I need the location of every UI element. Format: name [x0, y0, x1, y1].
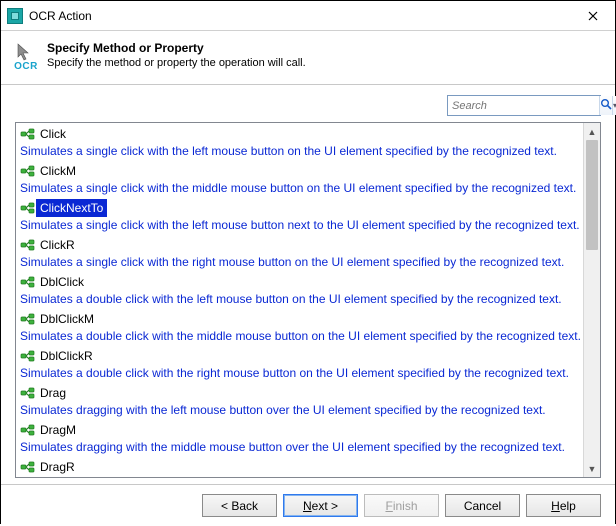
method-description: Simulates a double click with the right … — [16, 365, 583, 384]
finish-label: Finish — [385, 499, 417, 513]
method-description: Simulates dragging with the middle mouse… — [16, 439, 583, 458]
method-name: DragR — [36, 458, 583, 476]
list-item[interactable]: DragR — [18, 458, 583, 476]
back-label: < Back — [221, 499, 258, 513]
wizard-header: OCR Specify Method or Property Specify t… — [1, 31, 615, 85]
list-item[interactable]: DblClickM — [18, 310, 583, 328]
close-icon — [588, 9, 598, 23]
method-description: Simulates a single click with the left m… — [16, 217, 583, 236]
next-button[interactable]: Next > — [283, 494, 358, 517]
method-name: DragM — [36, 421, 583, 439]
list-item[interactable]: Drag — [18, 384, 583, 402]
method-name: DblClickR — [36, 347, 583, 365]
list-item[interactable]: ClickR — [18, 236, 583, 254]
method-icon — [20, 163, 36, 179]
method-icon — [20, 385, 36, 401]
page-subtitle: Specify the method or property the opera… — [47, 57, 601, 69]
method-name: ClickNextTo — [36, 199, 107, 217]
window-title: OCR Action — [29, 9, 570, 23]
cancel-label: Cancel — [464, 499, 501, 513]
method-icon — [20, 459, 36, 475]
method-name: ClickM — [36, 162, 583, 180]
method-icon — [20, 348, 36, 364]
ocr-cursor-icon: OCR — [11, 43, 41, 72]
list-item[interactable]: DblClick — [18, 273, 583, 291]
method-description: Simulates a single click with the left m… — [16, 143, 583, 162]
page-title: Specify Method or Property — [47, 41, 601, 55]
wizard-footer: < Back Next > Finish Cancel Help — [1, 484, 615, 526]
method-icon — [20, 422, 36, 438]
next-label: Next > — [303, 499, 338, 513]
method-description: Simulates dragging with the right mouse … — [16, 476, 583, 477]
list-item[interactable]: DragM — [18, 421, 583, 439]
method-icon — [20, 126, 36, 142]
method-list: ClickSimulates a single click with the l… — [15, 122, 601, 478]
scroll-thumb[interactable] — [586, 140, 598, 250]
scroll-down-button[interactable]: ▼ — [584, 460, 600, 477]
help-button[interactable]: Help — [526, 494, 601, 517]
method-icon — [20, 237, 36, 253]
search-box: ▾ — [447, 95, 601, 116]
scroll-up-button[interactable]: ▲ — [584, 123, 600, 140]
method-name: Drag — [36, 384, 583, 402]
finish-button: Finish — [364, 494, 439, 517]
search-dropdown[interactable]: ▾ — [612, 96, 616, 115]
list-item[interactable]: Click — [18, 125, 583, 143]
back-button[interactable]: < Back — [202, 494, 277, 517]
search-button[interactable] — [599, 96, 612, 115]
list-item[interactable]: DblClickR — [18, 347, 583, 365]
method-name: Click — [36, 125, 583, 143]
help-label: Help — [551, 499, 576, 513]
titlebar: OCR Action — [1, 1, 615, 31]
app-icon — [7, 8, 23, 24]
list-item[interactable]: ClickNextTo — [18, 199, 583, 217]
method-name: DblClick — [36, 273, 583, 291]
ocr-label: OCR — [14, 61, 38, 72]
method-description: Simulates a double click with the left m… — [16, 291, 583, 310]
list-item[interactable]: ClickM — [18, 162, 583, 180]
method-description: Simulates a double click with the middle… — [16, 328, 583, 347]
method-description: Simulates a single click with the middle… — [16, 180, 583, 199]
search-icon — [600, 98, 612, 113]
search-input[interactable] — [448, 96, 599, 115]
close-button[interactable] — [570, 1, 615, 31]
cancel-button[interactable]: Cancel — [445, 494, 520, 517]
method-name: ClickR — [36, 236, 583, 254]
method-icon — [20, 200, 36, 216]
method-icon — [20, 274, 36, 290]
method-description: Simulates dragging with the left mouse b… — [16, 402, 583, 421]
method-name: DblClickM — [36, 310, 583, 328]
method-icon — [20, 311, 36, 327]
scrollbar[interactable]: ▲ ▼ — [583, 123, 600, 477]
method-description: Simulates a single click with the right … — [16, 254, 583, 273]
